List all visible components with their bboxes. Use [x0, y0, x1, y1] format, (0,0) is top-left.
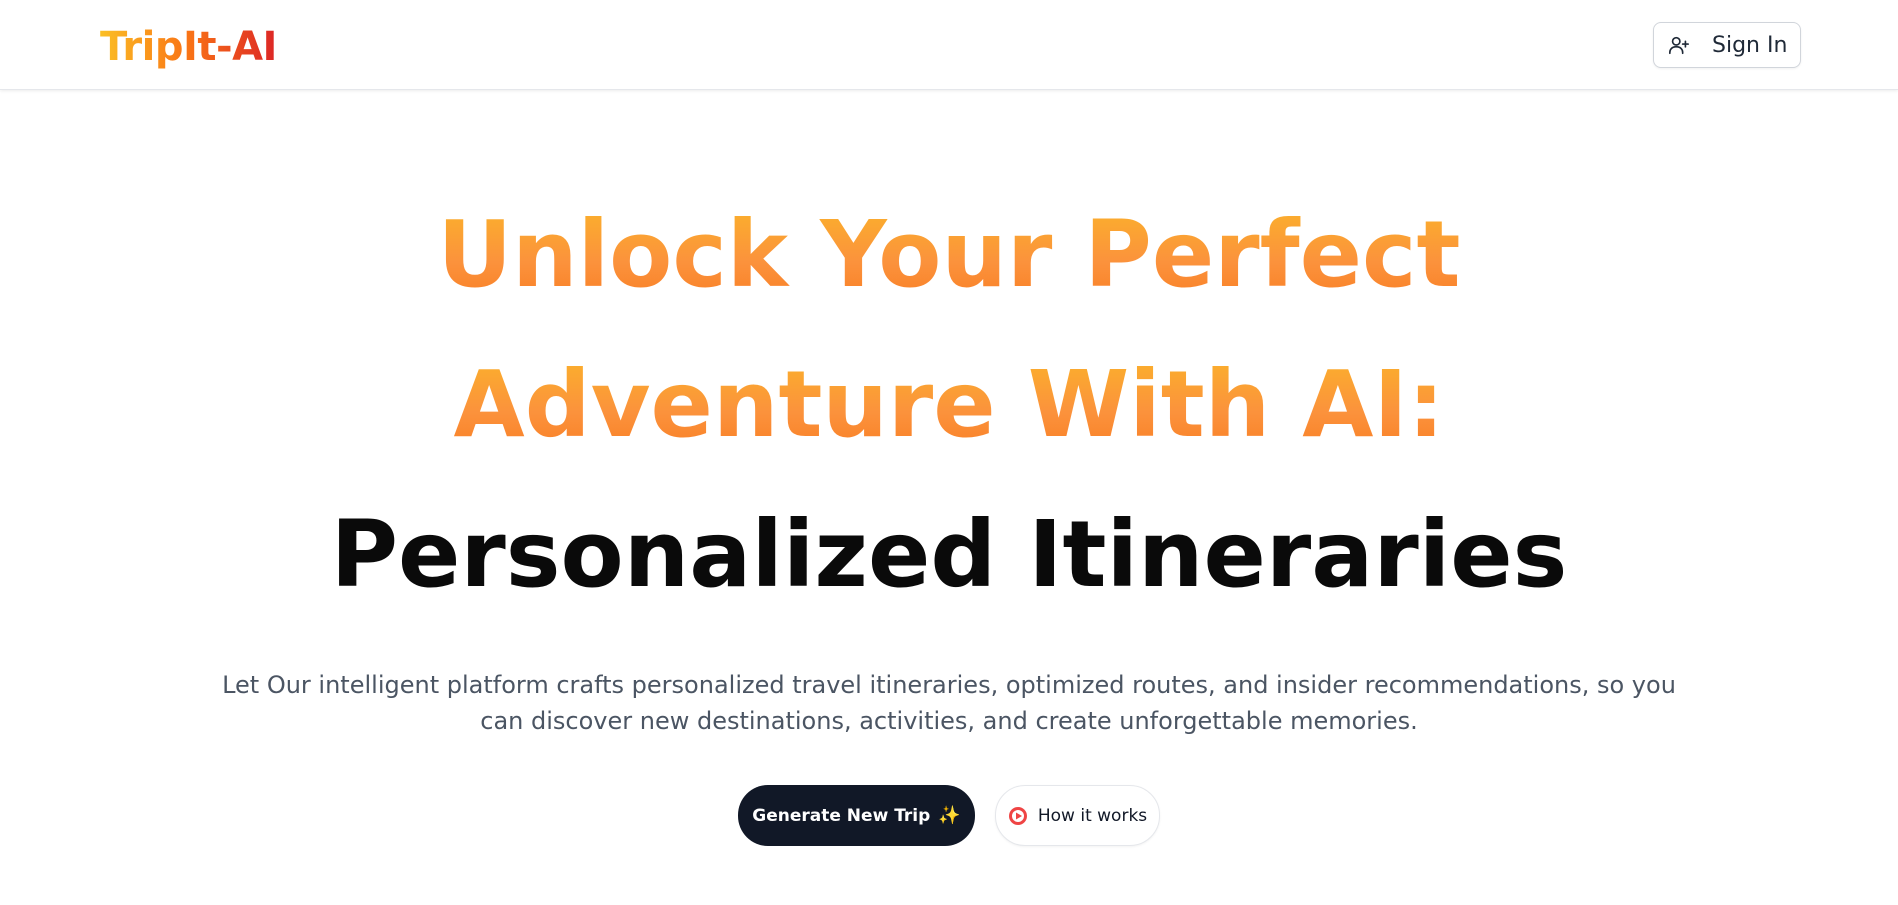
- play-circle-icon: [1008, 806, 1028, 826]
- generate-new-trip-button[interactable]: Generate New Trip ✨: [738, 785, 975, 846]
- hero-section: Unlock Your Perfect Adventure With AI: P…: [0, 180, 1898, 630]
- top-nav-bar: TripIt-AI Sign In: [0, 0, 1898, 90]
- generate-new-trip-label: Generate New Trip: [752, 805, 931, 826]
- how-it-works-button[interactable]: How it works: [995, 785, 1160, 846]
- headline-line-2: Adventure With AI:: [454, 330, 1445, 480]
- sparkles-icon: ✨: [938, 805, 961, 826]
- headline-line-1: Unlock Your Perfect: [437, 180, 1460, 330]
- headline-line-3: Personalized Itineraries: [330, 501, 1568, 608]
- hero-headline: Unlock Your Perfect Adventure With AI: P…: [0, 180, 1898, 630]
- sign-in-button[interactable]: Sign In: [1653, 22, 1801, 68]
- sign-in-label: Sign In: [1712, 32, 1788, 58]
- hero-description: Let Our intelligent platform crafts pers…: [222, 671, 1676, 735]
- how-it-works-label: How it works: [1037, 805, 1148, 826]
- hero-actions: Generate New Trip ✨ How it works: [0, 785, 1898, 846]
- user-plus-icon: [1668, 34, 1690, 56]
- logo[interactable]: TripIt-AI: [100, 23, 277, 71]
